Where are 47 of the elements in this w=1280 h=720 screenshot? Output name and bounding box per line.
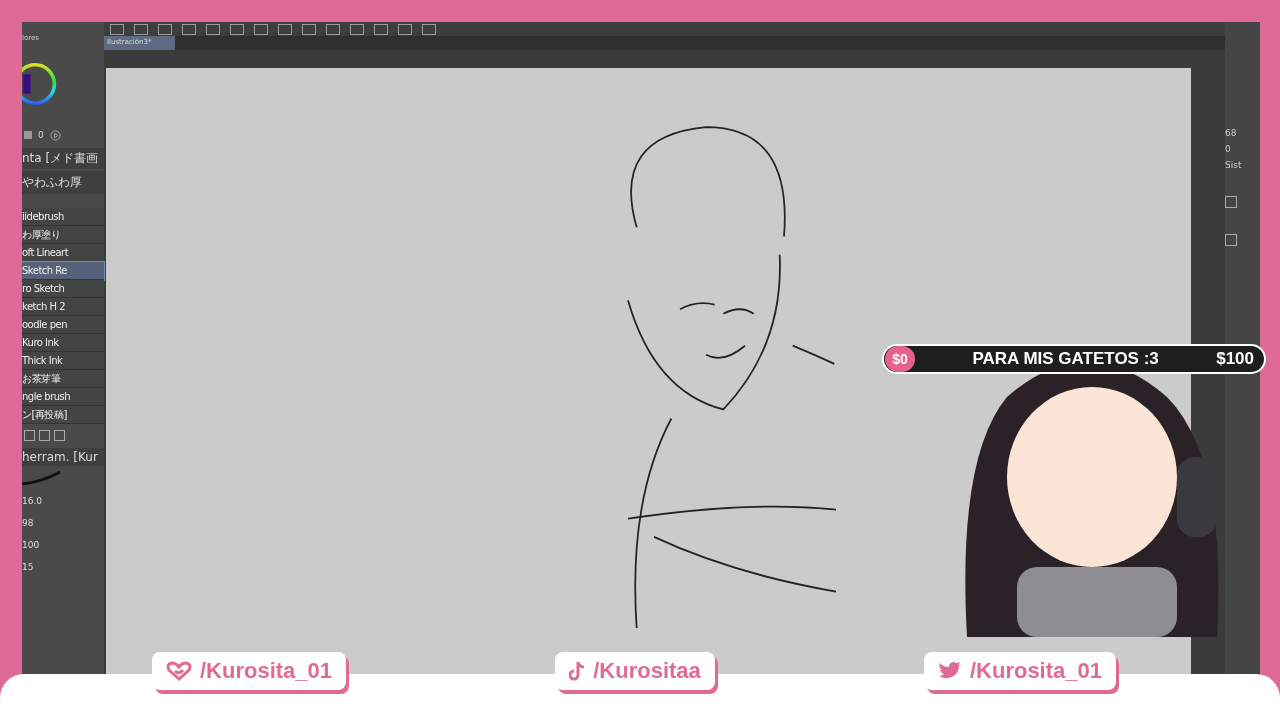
toolbar-icon[interactable] — [206, 23, 220, 35]
social-handle: /Kurosita_01 — [969, 658, 1102, 684]
social-handle: /Kurosita_01 — [200, 658, 333, 684]
toolbar-icon[interactable] — [158, 23, 172, 35]
toolbar-icon[interactable] — [182, 23, 196, 35]
toolbar-icon[interactable] — [278, 23, 292, 35]
goal-title: PARA MIS GATETOS :3 — [971, 349, 1160, 369]
value-field[interactable]: 98 — [22, 518, 104, 528]
panel-label: Sist — [1225, 160, 1242, 170]
value-field[interactable]: 15 — [22, 562, 104, 572]
toolbar-icon[interactable] — [110, 23, 124, 35]
value-field[interactable]: 68 — [1225, 128, 1237, 138]
brush-item[interactable]: ngle brush — [22, 388, 104, 406]
brush-item[interactable]: oft Lineart — [22, 244, 104, 262]
toolbar-icon[interactable] — [134, 23, 148, 35]
toolbar-icon[interactable] — [254, 23, 268, 35]
brush-item[interactable]: ketch H 2 — [22, 298, 104, 316]
brush-item[interactable]: Sketch Re — [22, 262, 104, 280]
toolbar-icon[interactable] — [398, 23, 412, 35]
brush-item[interactable]: お茶芽筆 — [22, 370, 104, 388]
brush-item[interactable]: ro Sketch — [22, 280, 104, 298]
social-handle: /Kurositaa — [593, 658, 701, 684]
brush-set-tab[interactable]: やわふわ厚 — [22, 171, 104, 194]
toolbar-icon[interactable] — [326, 23, 340, 35]
bird-icon — [937, 661, 962, 681]
value-field[interactable]: 16.0 — [22, 496, 104, 506]
toolbar-icon[interactable] — [302, 23, 316, 35]
tool-property-label: herram. [Kur — [22, 448, 104, 466]
heart-icon — [166, 661, 192, 681]
brush-item[interactable]: Thick Ink — [22, 352, 104, 370]
brush-set-label: nta [メド書画 — [22, 148, 104, 169]
tiktok-icon — [569, 661, 586, 681]
brush-item[interactable]: わ厚塗り — [22, 226, 104, 244]
goal-target: $100 — [1216, 349, 1255, 369]
brush-item[interactable]: ン[再投稿] — [22, 406, 104, 424]
color-value: 0 — [38, 130, 44, 140]
toolbar-icon[interactable] — [230, 23, 244, 35]
goal-current: $0 — [885, 346, 915, 372]
value-field[interactable]: 0 — [1225, 144, 1231, 154]
value-field[interactable]: 100 — [22, 540, 104, 550]
toolbar-icon[interactable] — [374, 23, 388, 35]
brush-item[interactable]: iidebrush — [22, 208, 104, 226]
brush-item[interactable]: oodle pen — [22, 316, 104, 334]
toolbar-icon[interactable] — [422, 23, 436, 35]
play-icon[interactable] — [49, 129, 61, 141]
toolbar-icon[interactable] — [350, 23, 364, 35]
brush-item[interactable]: Kuro Ink — [22, 334, 104, 352]
